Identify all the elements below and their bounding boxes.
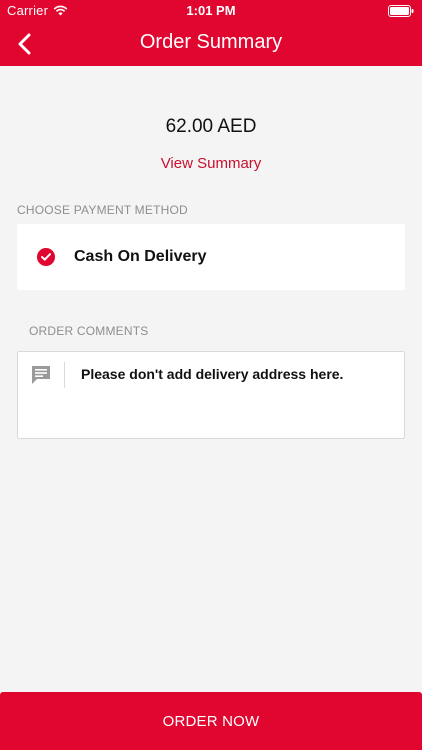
view-summary-link[interactable]: View Summary [0,155,422,172]
order-comments-box [17,351,405,439]
payment-option-cash-on-delivery[interactable]: Cash On Delivery [17,224,405,290]
checkmark-circle-icon [37,248,55,266]
order-comments-input[interactable] [81,366,394,382]
comment-icon [32,366,50,384]
payment-method-heading: CHOOSE PAYMENT METHOD [17,203,188,217]
header: Carrier 1:01 PM Order Summary [0,0,422,66]
order-summary-screen: Carrier 1:01 PM Order Summary 62.00 AED … [0,0,422,750]
status-time: 1:01 PM [186,3,236,18]
page-title: Order Summary [139,31,283,53]
nav-bar: Order Summary [0,22,422,66]
battery-icon [388,5,414,17]
status-bar: Carrier 1:01 PM [0,0,422,22]
payment-option-label: Cash On Delivery [74,248,207,265]
comment-divider [64,362,65,388]
order-now-button[interactable]: ORDER NOW [0,692,422,750]
order-comments-heading: ORDER COMMENTS [29,324,149,338]
order-total: 62.00 AED [165,116,257,137]
